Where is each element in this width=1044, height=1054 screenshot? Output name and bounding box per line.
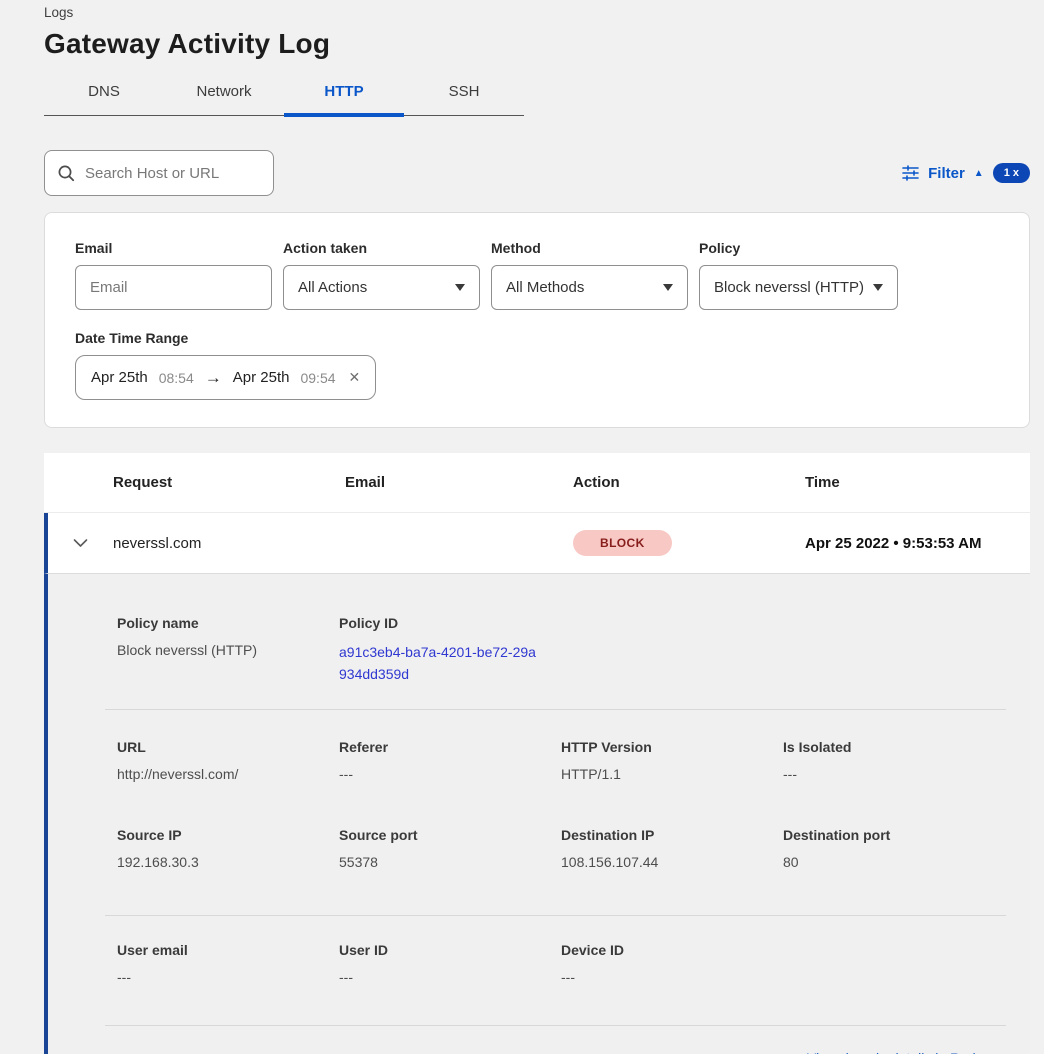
email-filter-input[interactable] <box>90 279 257 296</box>
action-block-badge: BLOCK <box>573 530 672 556</box>
page-title: Gateway Activity Log <box>44 28 1030 60</box>
user-email-label: User email <box>117 942 339 958</box>
date-range-label: Date Time Range <box>75 330 999 346</box>
user-id-value: --- <box>339 969 561 985</box>
column-header-email: Email <box>345 474 573 491</box>
divider <box>105 915 1006 916</box>
user-email-value: --- <box>117 969 339 985</box>
referer-label: Referer <box>339 739 561 755</box>
method-value: All Methods <box>506 279 584 296</box>
end-time[interactable]: 09:54 <box>300 370 335 386</box>
action-taken-label: Action taken <box>283 240 480 256</box>
breadcrumb: Logs <box>44 0 1030 20</box>
chevron-down-icon <box>873 284 883 291</box>
row-time: Apr 25 2022 • 9:53:53 AM <box>805 535 1030 552</box>
arrow-right-icon: → <box>205 368 222 388</box>
method-label: Method <box>491 240 688 256</box>
source-port-label: Source port <box>339 827 561 843</box>
radar-details-link[interactable]: View domain details in Radar → <box>807 1050 1006 1054</box>
tab-ssh[interactable]: SSH <box>404 74 524 115</box>
policy-label: Policy <box>699 240 898 256</box>
is-isolated-value: --- <box>783 766 1006 782</box>
policy-name-label: Policy name <box>117 615 339 631</box>
log-table: Request Email Action Time neverssl.com B… <box>44 453 1030 1054</box>
tab-network[interactable]: Network <box>164 74 284 115</box>
policy-value: Block neverssl (HTTP) <box>714 279 864 296</box>
url-label: URL <box>117 739 339 755</box>
action-taken-select[interactable]: All Actions <box>283 265 480 310</box>
source-ip-value: 192.168.30.3 <box>117 854 339 870</box>
clear-date-range-icon[interactable]: ✕ <box>347 369 361 386</box>
action-taken-value: All Actions <box>298 279 367 296</box>
search-box[interactable] <box>44 150 274 196</box>
row-details-panel: Policy name Block neverssl (HTTP) Policy… <box>44 573 1030 1054</box>
tab-bar: DNS Network HTTP SSH <box>44 74 524 116</box>
filter-button[interactable]: Filter <box>928 165 965 182</box>
policy-name-value: Block neverssl (HTTP) <box>117 642 339 658</box>
destination-port-label: Destination port <box>783 827 1006 843</box>
destination-ip-label: Destination IP <box>561 827 783 843</box>
referer-value: --- <box>339 766 561 782</box>
column-header-request: Request <box>113 474 345 491</box>
email-filter-label: Email <box>75 240 272 256</box>
row-request: neverssl.com <box>113 535 345 552</box>
end-date[interactable]: Apr 25th <box>233 369 290 386</box>
search-icon <box>57 164 75 182</box>
destination-port-value: 80 <box>783 854 1006 870</box>
filter-controls: Filter ▲ 1 x <box>902 163 1030 183</box>
tab-dns[interactable]: DNS <box>44 74 164 115</box>
method-select[interactable]: All Methods <box>491 265 688 310</box>
policy-id-label: Policy ID <box>339 615 561 631</box>
url-value: http://neverssl.com/ <box>117 766 339 782</box>
chevron-down-icon <box>663 284 673 291</box>
divider <box>105 1025 1006 1026</box>
start-time[interactable]: 08:54 <box>159 370 194 386</box>
date-range-picker[interactable]: Apr 25th 08:54 → Apr 25th 09:54 ✕ <box>75 355 376 400</box>
user-id-label: User ID <box>339 942 561 958</box>
device-id-value: --- <box>561 969 783 985</box>
policy-select[interactable]: Block neverssl (HTTP) <box>699 265 898 310</box>
table-header-row: Request Email Action Time <box>44 453 1030 513</box>
filter-count-badge[interactable]: 1 x <box>993 163 1030 183</box>
column-header-time: Time <box>805 474 1030 491</box>
filter-panel: Email Action taken All Actions Method Al… <box>44 212 1030 428</box>
tab-http[interactable]: HTTP <box>284 74 404 115</box>
source-ip-label: Source IP <box>117 827 339 843</box>
http-version-value: HTTP/1.1 <box>561 766 783 782</box>
http-version-label: HTTP Version <box>561 739 783 755</box>
column-header-action: Action <box>573 474 805 491</box>
search-input[interactable] <box>85 165 284 182</box>
table-row[interactable]: neverssl.com BLOCK Apr 25 2022 • 9:53:53… <box>44 513 1030 573</box>
destination-ip-value: 108.156.107.44 <box>561 854 783 870</box>
is-isolated-label: Is Isolated <box>783 739 1006 755</box>
chevron-down-icon <box>455 284 465 291</box>
filter-sliders-icon <box>902 165 919 181</box>
start-date[interactable]: Apr 25th <box>91 369 148 386</box>
expand-chevron-icon[interactable] <box>48 538 113 548</box>
caret-up-icon[interactable]: ▲ <box>974 168 984 179</box>
policy-id-link[interactable]: a91c3eb4-ba7a-4201-be72-29a934dd359d <box>339 642 539 685</box>
source-port-value: 55378 <box>339 854 561 870</box>
device-id-label: Device ID <box>561 942 783 958</box>
divider <box>105 709 1006 710</box>
